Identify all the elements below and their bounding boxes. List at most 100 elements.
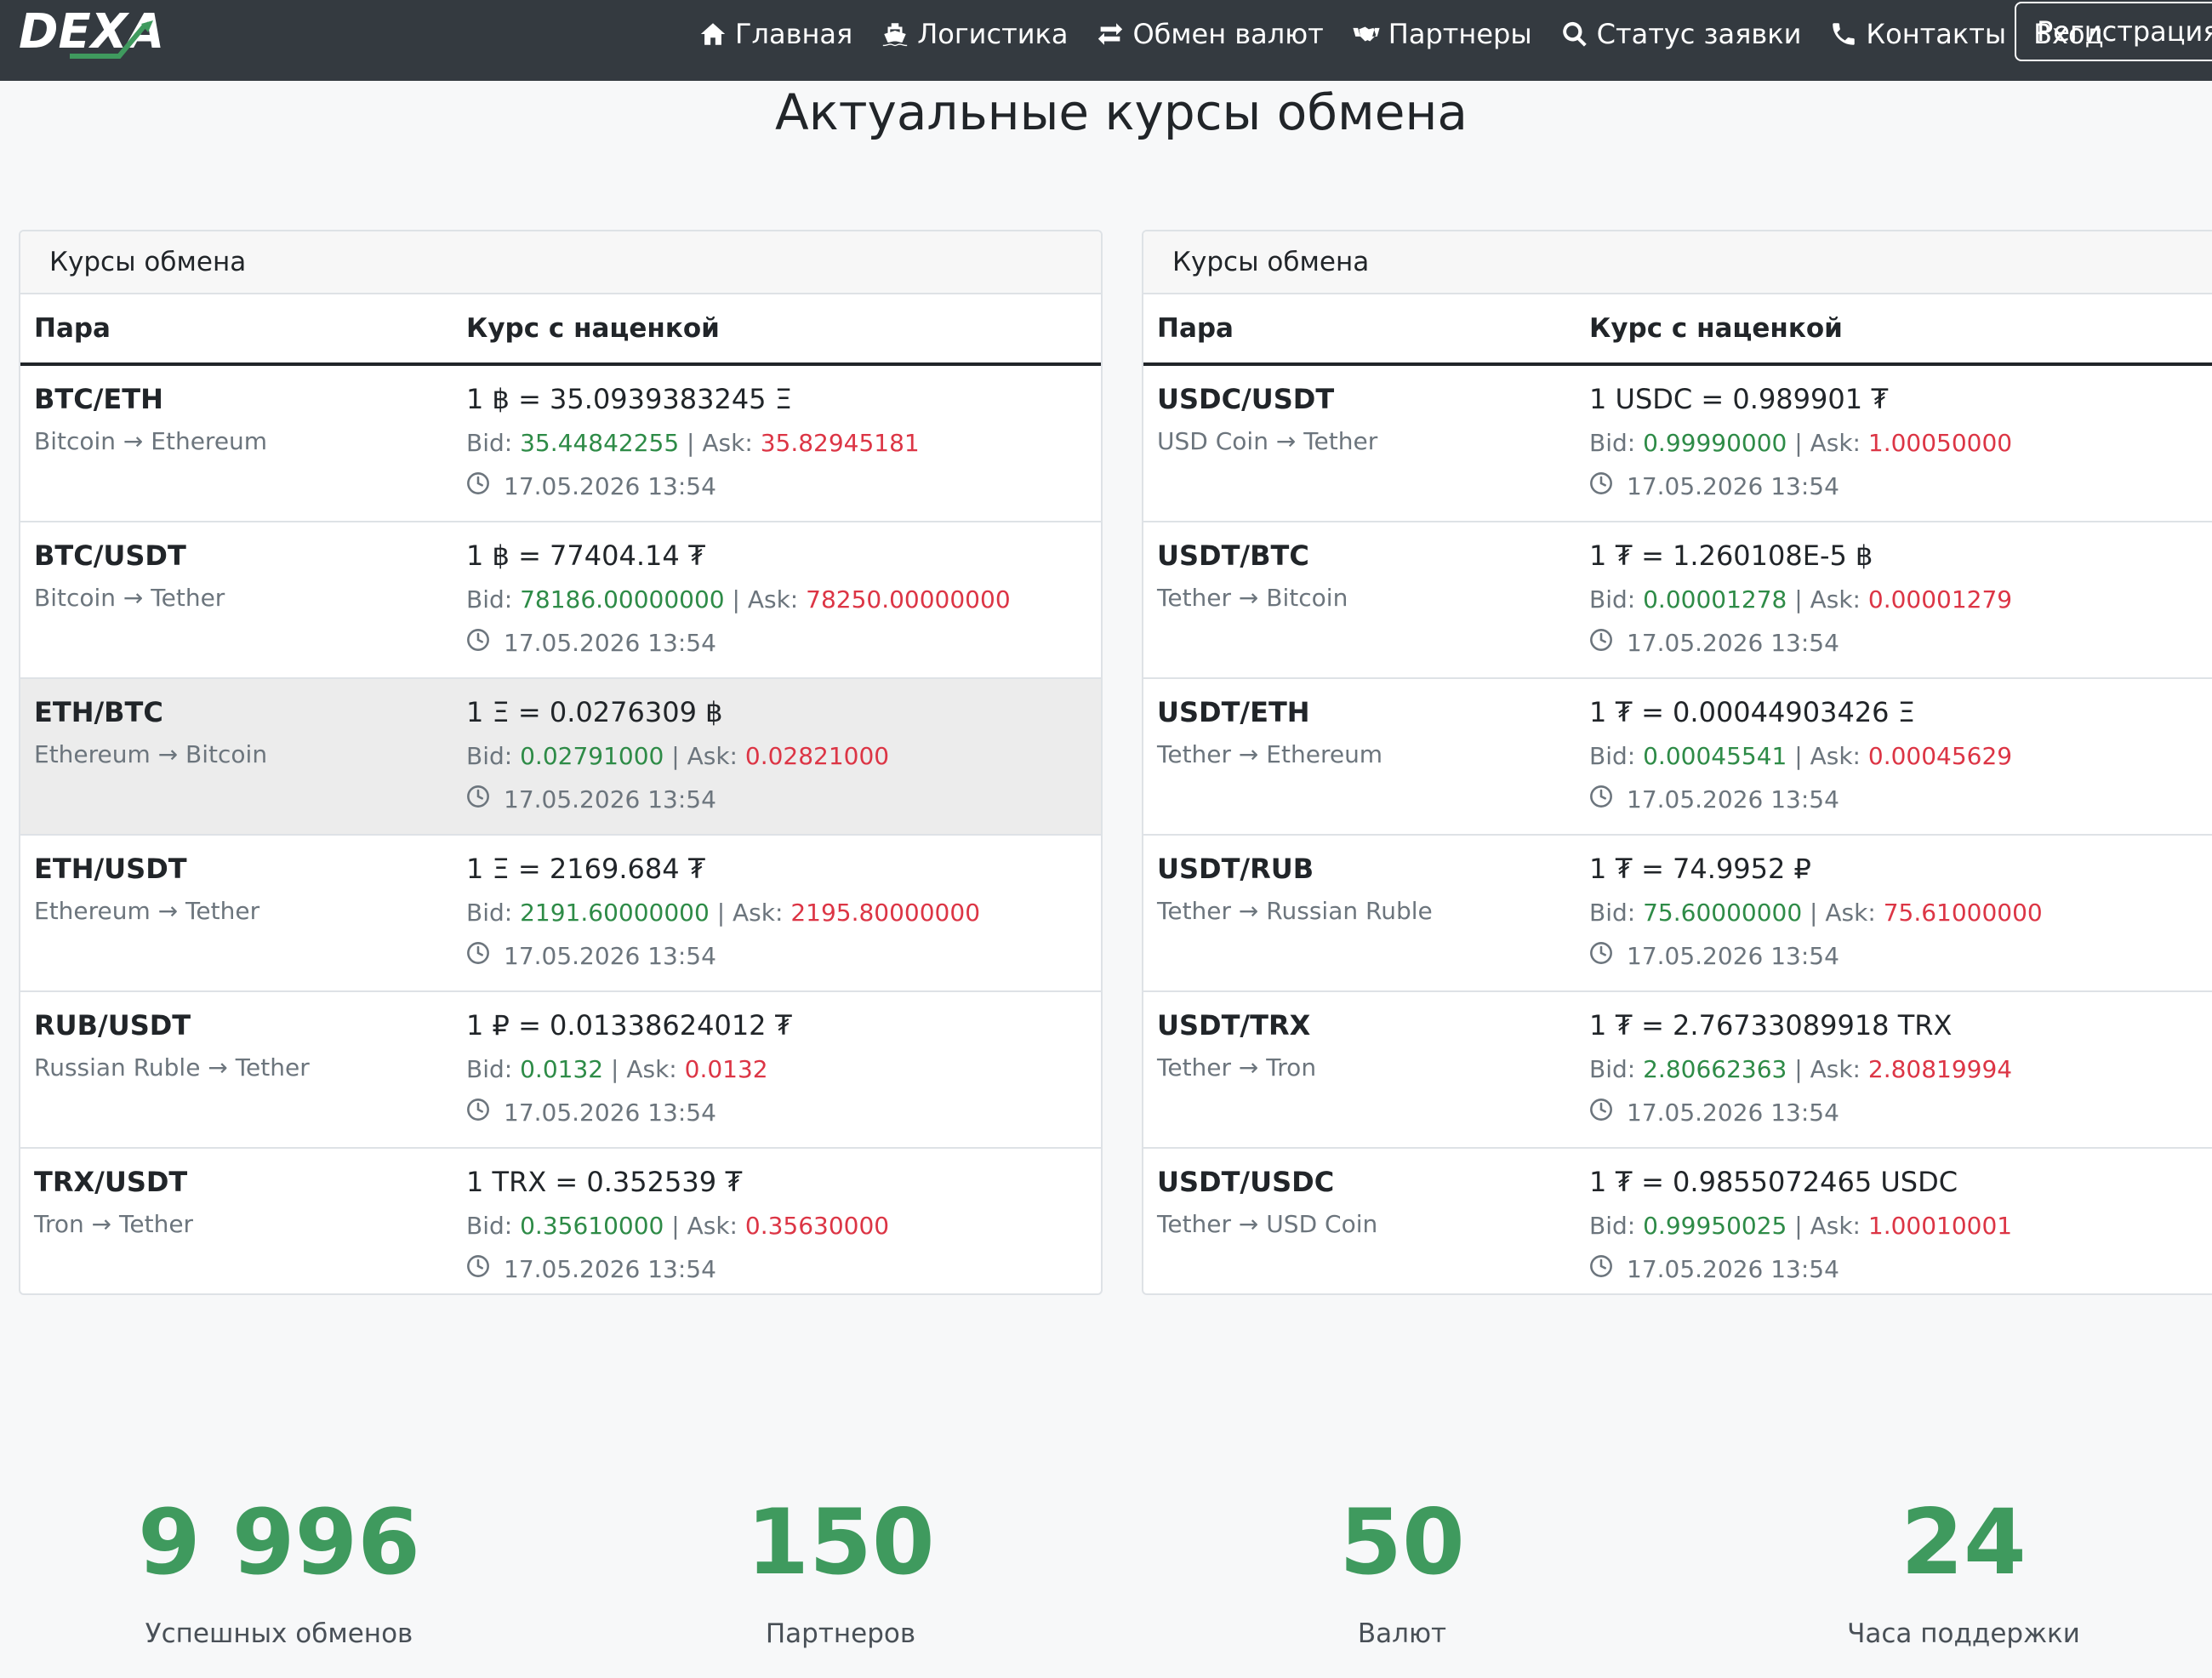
bid-value: 0.99990000 xyxy=(1643,429,1787,457)
update-time: 17.05.2026 13:54 xyxy=(1589,941,1839,971)
page-title: Актуальные курсы обмена xyxy=(775,83,1468,141)
nav-logistics[interactable]: Логистика xyxy=(880,18,1068,50)
bid-ask: Bid: 0.00001278 | Ask: 0.00001279 xyxy=(1589,585,2012,614)
rate-value: 1 ₮ = 1.260108E-5 ฿ xyxy=(1589,539,1873,572)
bid-label: Bid: xyxy=(466,1212,521,1240)
svg-text:DEXA: DEXA xyxy=(19,5,164,60)
ship-icon xyxy=(880,19,910,49)
dexa-logo[interactable]: DEXA xyxy=(17,5,213,61)
ask-label: | Ask: xyxy=(1787,1212,1868,1240)
bid-label: Bid: xyxy=(466,742,521,770)
pair-description: USD Coin → Tether xyxy=(1157,427,1378,455)
rate-value: 1 ₮ = 0.9855072465 USDC xyxy=(1589,1166,1958,1198)
clock-icon xyxy=(1589,471,1627,501)
update-time: 17.05.2026 13:54 xyxy=(466,471,716,501)
bid-label: Bid: xyxy=(466,585,521,614)
rate-value: 1 ฿ = 77404.14 ₮ xyxy=(466,539,706,572)
ask-value: 78250.00000000 xyxy=(806,585,1011,614)
clock-icon xyxy=(466,1098,504,1127)
nav-exchange-label: Обмен валют xyxy=(1132,18,1324,50)
clock-icon xyxy=(1589,1098,1627,1127)
stat-partners: 150 Партнеров xyxy=(628,1498,1053,1650)
pair-description: Tether → Bitcoin xyxy=(1157,584,1348,612)
rate-value: 1 ₮ = 74.9952 ₽ xyxy=(1589,853,1811,885)
ask-label: | Ask: xyxy=(1787,585,1868,614)
table-body: USDC/USDT USD Coin → Tether 1 USDC = 0.989… xyxy=(1143,366,2212,1293)
timestamp: 17.05.2026 13:54 xyxy=(504,472,716,500)
table-row: USDT/BTC Tether → Bitcoin 1 ₮ = 1.260108E-… xyxy=(1143,522,2212,679)
bid-label: Bid: xyxy=(466,429,521,457)
nav-order-status[interactable]: Статус заявки xyxy=(1559,18,1802,50)
nav-contacts[interactable]: Контакты xyxy=(1828,18,2006,50)
timestamp: 17.05.2026 13:54 xyxy=(504,942,716,970)
bid-ask: Bid: 0.02791000 | Ask: 0.02821000 xyxy=(466,742,889,770)
update-time: 17.05.2026 13:54 xyxy=(1589,785,1839,814)
nav-partners-label: Партнеры xyxy=(1388,18,1532,50)
phone-icon xyxy=(1828,19,1859,49)
bid-label: Bid: xyxy=(1589,899,1644,927)
bid-ask: Bid: 78186.00000000 | Ask: 78250.0000000… xyxy=(466,585,1011,614)
rate-value: 1 ₮ = 2.76733089918 TRX xyxy=(1589,1009,1953,1042)
clock-icon xyxy=(1589,628,1627,658)
clock-icon xyxy=(466,1254,504,1284)
search-icon xyxy=(1559,19,1590,49)
bid-value: 0.00001278 xyxy=(1643,585,1787,614)
rate-value: 1 Ξ = 0.0276309 ฿ xyxy=(466,696,723,728)
rate-value: 1 ₮ = 0.00044903426 Ξ xyxy=(1589,696,1915,728)
ask-value: 1.00010001 xyxy=(1867,1212,2013,1240)
nav-partners[interactable]: Партнеры xyxy=(1351,18,1532,50)
ask-value: 2195.80000000 xyxy=(790,899,981,927)
nav-exchange[interactable]: Обмен валют xyxy=(1095,18,1324,50)
clock-icon xyxy=(1589,785,1627,814)
table-row: ETH/USDT Ethereum → Tether 1 Ξ = 2169.684 … xyxy=(20,836,1101,992)
nav-home[interactable]: Главная xyxy=(698,18,852,50)
table-row: USDT/TRX Tether → Tron 1 ₮ = 2.76733089918… xyxy=(1143,992,2212,1149)
ask-label: | Ask: xyxy=(679,429,761,457)
clock-icon xyxy=(1589,1254,1627,1284)
col-rate-header: Курс с наценкой xyxy=(466,313,720,344)
update-time: 17.05.2026 13:54 xyxy=(466,1098,716,1127)
ask-label: | Ask: xyxy=(1787,1055,1868,1083)
timestamp: 17.05.2026 13:54 xyxy=(1627,1099,1839,1127)
timestamp: 17.05.2026 13:54 xyxy=(1627,1255,1839,1283)
update-time: 17.05.2026 13:54 xyxy=(466,941,716,971)
bid-ask: Bid: 0.00045541 | Ask: 0.00045629 xyxy=(1589,742,2012,770)
ask-value: 0.0132 xyxy=(684,1055,768,1083)
bid-ask: Bid: 0.35610000 | Ask: 0.35630000 xyxy=(466,1212,889,1240)
bid-value: 78186.00000000 xyxy=(520,585,725,614)
timestamp: 17.05.2026 13:54 xyxy=(504,785,716,813)
pair-code: USDT/BTC xyxy=(1157,539,1309,572)
bid-value: 0.02791000 xyxy=(520,742,664,770)
home-icon xyxy=(698,19,728,49)
stat-label: Успешных обменов xyxy=(145,1618,413,1649)
bid-label: Bid: xyxy=(466,899,521,927)
pair-description: Bitcoin → Ethereum xyxy=(34,427,268,455)
ask-label: | Ask: xyxy=(664,1212,745,1240)
table-row: USDC/USDT USD Coin → Tether 1 USDC = 0.989… xyxy=(1143,366,2212,522)
pair-code: TRX/USDT xyxy=(34,1166,188,1198)
clock-icon xyxy=(1589,941,1627,971)
pair-description: Tron → Tether xyxy=(34,1210,194,1238)
bid-value: 35.44842255 xyxy=(520,429,680,457)
pair-code: BTC/ETH xyxy=(34,383,163,415)
timestamp: 17.05.2026 13:54 xyxy=(504,1099,716,1127)
table-head: Пара Курс с наценкой xyxy=(1143,294,2212,366)
stat-label: Часа поддержки xyxy=(1847,1618,2080,1649)
timestamp: 17.05.2026 13:54 xyxy=(1627,629,1839,657)
ask-label: | Ask: xyxy=(1787,742,1868,770)
table-row: USDT/RUB Tether → Russian Ruble 1 ₮ = 74.9… xyxy=(1143,836,2212,992)
update-time: 17.05.2026 13:54 xyxy=(1589,1254,1839,1284)
bid-label: Bid: xyxy=(1589,1212,1644,1240)
bid-ask: Bid: 2191.60000000 | Ask: 2195.80000000 xyxy=(466,899,980,927)
register-button[interactable]: Регистрация xyxy=(2015,2,2212,61)
clock-icon xyxy=(466,471,504,501)
stat-value: 24 xyxy=(1901,1490,2027,1595)
pair-code: USDT/USDC xyxy=(1157,1166,1335,1198)
ask-value: 0.35630000 xyxy=(744,1212,890,1240)
bid-label: Bid: xyxy=(1589,742,1644,770)
pair-description: Bitcoin → Tether xyxy=(34,584,225,612)
col-pair-header: Пара xyxy=(34,313,111,344)
ask-value: 0.00045629 xyxy=(1867,742,2013,770)
nav-order-status-label: Статус заявки xyxy=(1596,18,1802,50)
pair-code: RUB/USDT xyxy=(34,1009,191,1042)
